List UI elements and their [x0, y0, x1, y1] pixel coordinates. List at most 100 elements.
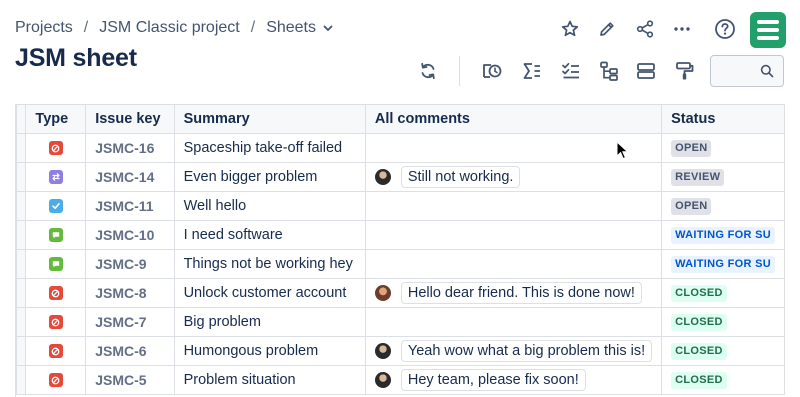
table-row[interactable]: JSMC-8 Unlock customer account Hello dear …: [16, 278, 785, 308]
row-gutter[interactable]: [16, 191, 27, 221]
type-cell[interactable]: [25, 249, 87, 279]
table-row[interactable]: JSMC-14 Even bigger problem Still not work…: [16, 162, 785, 192]
row-gutter[interactable]: [16, 278, 27, 308]
history-icon[interactable]: [478, 57, 506, 85]
breadcrumb-projects[interactable]: Projects: [15, 19, 73, 37]
column-header-summary[interactable]: Summary: [173, 104, 366, 134]
comment-text: Hey team, please fix soon!: [400, 369, 586, 391]
breadcrumb-sheets[interactable]: Sheets: [266, 19, 316, 37]
status-cell[interactable]: CLOSED: [661, 307, 785, 337]
rows-icon[interactable]: [632, 57, 660, 85]
summary-cell[interactable]: Even bigger problem: [173, 162, 366, 192]
row-gutter[interactable]: [16, 249, 27, 279]
table-row[interactable]: JSMC-10 I need software WAITING FOR SU: [16, 220, 785, 250]
checklist-icon[interactable]: [557, 57, 585, 85]
column-header-issue-key[interactable]: Issue key: [85, 104, 175, 134]
comment-text: Yeah wow what a big problem this is!: [400, 340, 653, 362]
edit-icon[interactable]: [593, 15, 621, 43]
breadcrumb-separator: /: [250, 19, 256, 36]
more-icon[interactable]: [668, 15, 696, 43]
task-type-icon: [48, 199, 63, 214]
table-row[interactable]: JSMC-16 Spaceship take-off failed OPEN: [16, 133, 785, 163]
row-gutter[interactable]: [16, 162, 27, 192]
table-header-row: Type Issue key Summary All comments Stat…: [16, 104, 785, 134]
comments-cell[interactable]: [364, 220, 663, 250]
row-gutter[interactable]: [16, 336, 27, 366]
star-icon[interactable]: [556, 15, 584, 43]
status-cell[interactable]: OPEN: [661, 133, 785, 163]
column-header-status[interactable]: Status: [661, 104, 785, 134]
table-row[interactable]: JSMC-7 Big problem CLOSED: [16, 307, 785, 337]
issue-key-cell[interactable]: JSMC-9: [85, 249, 175, 279]
incident-type-icon: [48, 141, 63, 156]
summary-cell[interactable]: Big problem: [173, 307, 366, 337]
comments-cell[interactable]: Still not working.: [364, 162, 663, 192]
comments-cell[interactable]: [364, 249, 663, 279]
format-paint-icon[interactable]: [671, 57, 699, 85]
type-cell[interactable]: [25, 307, 87, 337]
status-cell[interactable]: WAITING FOR SU: [661, 220, 785, 250]
summary-cell[interactable]: Well hello: [173, 191, 366, 221]
share-icon[interactable]: [631, 15, 659, 43]
row-gutter[interactable]: [16, 365, 27, 395]
row-gutter[interactable]: [16, 220, 27, 250]
search-input[interactable]: [711, 56, 759, 86]
issue-key-cell[interactable]: JSMC-10: [85, 220, 175, 250]
breadcrumb-project[interactable]: JSM Classic project: [99, 19, 239, 37]
chevron-down-icon[interactable]: [322, 22, 334, 34]
status-cell[interactable]: WAITING FOR SU: [661, 249, 785, 279]
column-header-type[interactable]: Type: [25, 104, 87, 134]
summary-cell[interactable]: Unlock customer account: [173, 278, 366, 308]
table-row[interactable]: JSMC-6 Humongous problem Yeah wow what a b…: [16, 336, 785, 366]
refresh-icon[interactable]: [414, 57, 442, 85]
summary-cell[interactable]: Spaceship take-off failed: [173, 133, 366, 163]
help-icon[interactable]: [711, 15, 739, 43]
comments-cell[interactable]: [364, 307, 663, 337]
type-cell[interactable]: [25, 162, 87, 192]
row-gutter[interactable]: [16, 133, 27, 163]
sum-icon[interactable]: [518, 57, 546, 85]
comments-cell[interactable]: Hello dear friend. This is done now!: [364, 278, 663, 308]
comment: Hey team, please fix soon!: [374, 369, 652, 391]
status-badge: WAITING FOR SU: [671, 227, 775, 244]
issue-key-cell[interactable]: JSMC-16: [85, 133, 175, 163]
issue-key-cell[interactable]: JSMC-6: [85, 336, 175, 366]
issue-key-cell[interactable]: JSMC-14: [85, 162, 175, 192]
table-row[interactable]: JSMC-9 Things not be working hey WAITING F…: [16, 249, 785, 279]
issue-key-cell[interactable]: JSMC-7: [85, 307, 175, 337]
row-gutter[interactable]: [16, 307, 27, 337]
status-cell[interactable]: CLOSED: [661, 336, 785, 366]
table-row[interactable]: JSMC-5 Problem situation Hey team, please …: [16, 365, 785, 395]
type-cell[interactable]: [25, 133, 87, 163]
incident-type-icon: [48, 344, 63, 359]
type-cell[interactable]: [25, 191, 87, 221]
type-cell[interactable]: [25, 220, 87, 250]
status-badge: OPEN: [671, 198, 712, 215]
issue-key-cell[interactable]: JSMC-5: [85, 365, 175, 395]
type-cell[interactable]: [25, 365, 87, 395]
comments-cell[interactable]: [364, 191, 663, 221]
status-cell[interactable]: CLOSED: [661, 278, 785, 308]
status-cell[interactable]: REVIEW: [661, 162, 785, 192]
column-header-all-comments[interactable]: All comments: [364, 104, 663, 134]
status-badge: CLOSED: [671, 314, 727, 331]
summary-cell[interactable]: Problem situation: [173, 365, 366, 395]
issue-key-cell[interactable]: JSMC-8: [85, 278, 175, 308]
summary-cell[interactable]: Things not be working hey: [173, 249, 366, 279]
table-row[interactable]: JSMC-11 Well hello OPEN: [16, 191, 785, 221]
hierarchy-icon[interactable]: [595, 57, 623, 85]
row-gutter-header: [16, 104, 27, 134]
summary-cell[interactable]: I need software: [173, 220, 366, 250]
app-logo[interactable]: [750, 12, 786, 48]
status-cell[interactable]: OPEN: [661, 191, 785, 221]
summary-cell[interactable]: Humongous problem: [173, 336, 366, 366]
type-cell[interactable]: [25, 278, 87, 308]
comments-cell[interactable]: Yeah wow what a big problem this is!: [364, 336, 663, 366]
type-cell[interactable]: [25, 336, 87, 366]
search-icon: [760, 64, 774, 83]
search-field[interactable]: [710, 55, 784, 87]
issue-key-cell[interactable]: JSMC-11: [85, 191, 175, 221]
comments-cell[interactable]: Hey team, please fix soon!: [364, 365, 663, 395]
status-cell[interactable]: CLOSED: [661, 365, 785, 395]
avatar: [374, 285, 391, 301]
